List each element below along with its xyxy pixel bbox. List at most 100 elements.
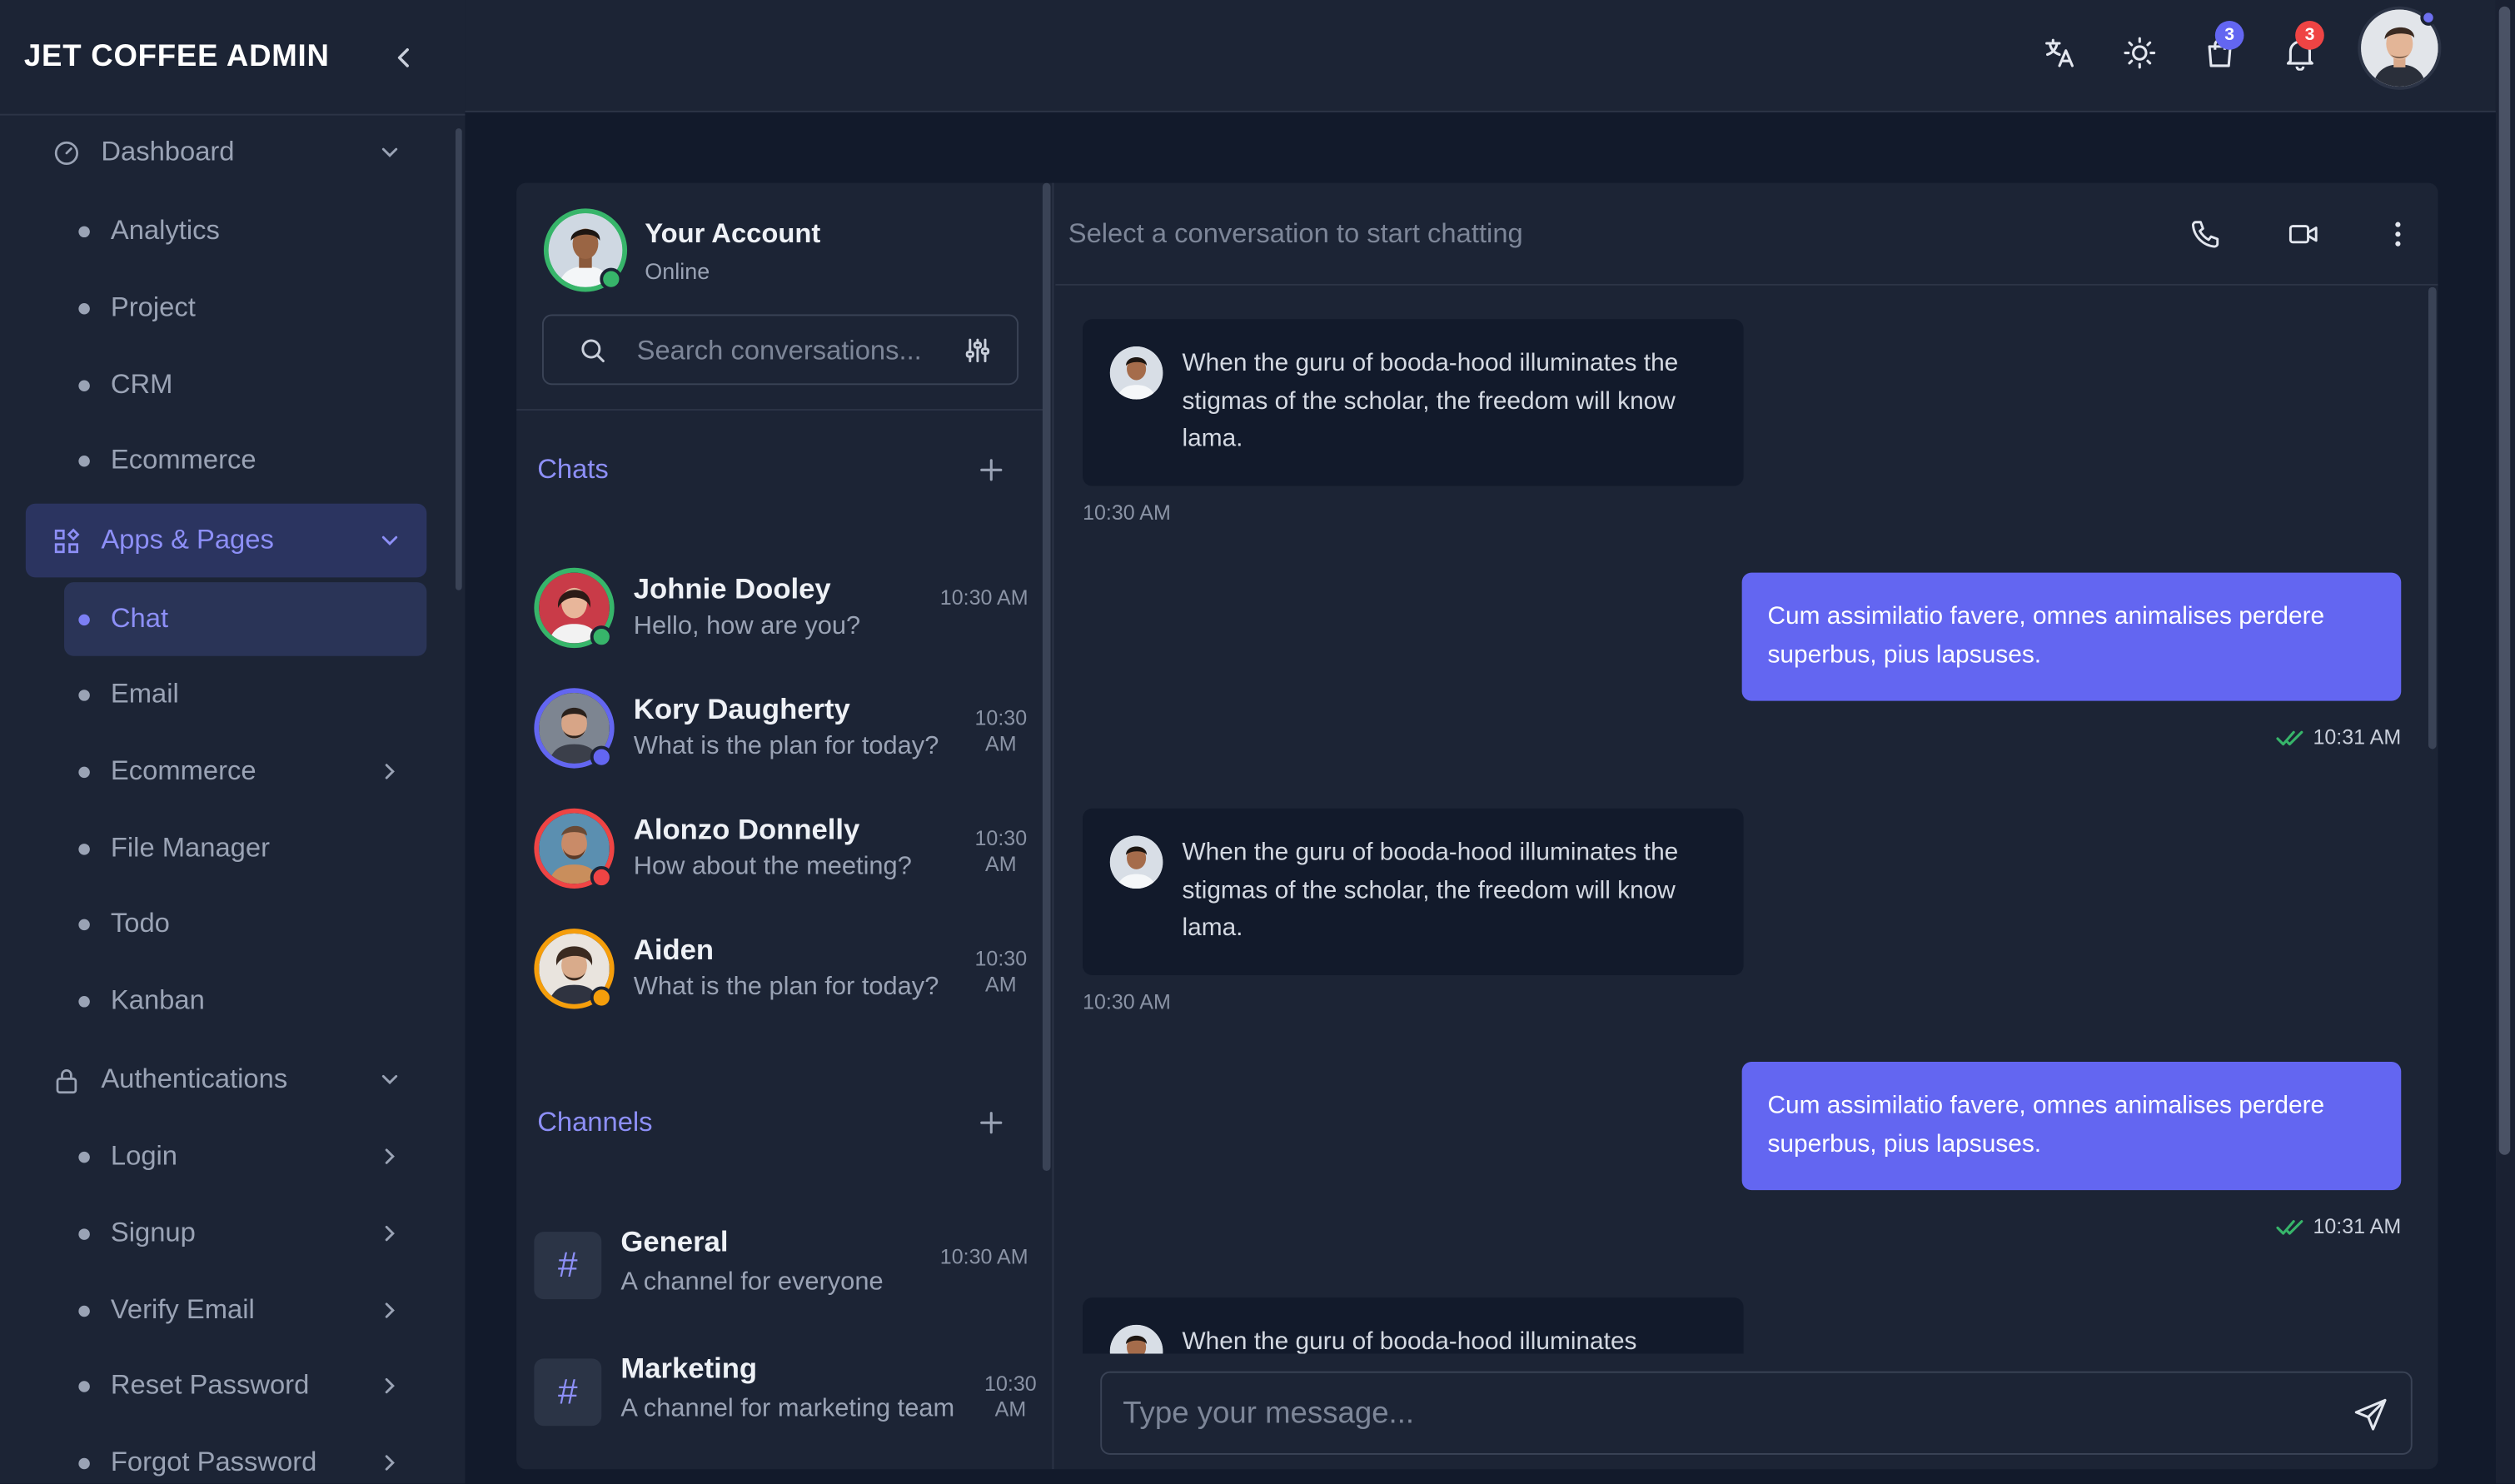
- video-call-icon[interactable]: [2288, 218, 2320, 251]
- online-status-dot: [590, 866, 613, 889]
- chat-sidebar: Your Account Online Chats Johnie Dooley …: [516, 182, 1054, 1470]
- incoming-message: When the guru of booda-hood illuminates …: [1083, 319, 1744, 486]
- chat-panel: Your Account Online Chats Johnie Dooley …: [516, 182, 2438, 1470]
- sidebar-item-login[interactable]: Login: [26, 1119, 427, 1193]
- sidebar-item-analytics[interactable]: Analytics: [26, 194, 427, 268]
- sun-icon[interactable]: [2122, 35, 2157, 70]
- sidebar-item-forgot-password[interactable]: Forgot Password: [26, 1426, 427, 1483]
- sender-avatar: [1109, 346, 1163, 400]
- channel-list-item[interactable]: # Marketing A channel for marketing team…: [516, 1346, 1044, 1462]
- message-time: 10:31 AM: [2313, 725, 2402, 749]
- sidebar-item-chat[interactable]: Chat: [64, 582, 427, 656]
- message-text: Cum assimilatio favere, omnes animalises…: [1767, 603, 2325, 669]
- outgoing-message: Cum assimilatio favere, omnes animalises…: [1741, 1062, 2402, 1191]
- message-preview: What is the plan for today?: [633, 733, 939, 760]
- sidebar: JET COFFEE ADMIN Dashboard Analytics Pro…: [0, 0, 466, 1484]
- sidebar-item-label: Reset Password: [110, 1369, 310, 1401]
- contact-name: Johnie Dooley: [633, 572, 831, 605]
- bullet-icon: [78, 1305, 90, 1317]
- bullet-icon: [78, 226, 90, 238]
- channel-description: A channel for everyone: [620, 1268, 884, 1297]
- sidebar-item-label: Todo: [110, 908, 170, 939]
- message-input[interactable]: [1123, 1395, 2310, 1434]
- phone-icon[interactable]: [2189, 218, 2222, 251]
- sidebar-item-label: File Manager: [110, 832, 270, 864]
- chat-list-item[interactable]: Johnie Dooley Hello, how are you? 10:30 …: [516, 560, 1044, 675]
- chevron-down-icon: [379, 141, 401, 163]
- message-text: When the guru of booda-hood illuminates: [1182, 1327, 1637, 1354]
- message-time: 10:30 AM: [1083, 989, 1171, 1014]
- sidebar-item-project[interactable]: Project: [26, 271, 427, 345]
- sidebar-item-label: Login: [110, 1140, 178, 1171]
- message-time: 10:30 AM: [939, 585, 1028, 610]
- add-chat-icon[interactable]: [977, 456, 1006, 485]
- sidebar-item-kanban[interactable]: Kanban: [26, 964, 427, 1038]
- sidebar-item-reset-password[interactable]: Reset Password: [26, 1349, 427, 1423]
- search-icon: [579, 336, 606, 364]
- sidebar-item-email[interactable]: Email: [26, 658, 427, 732]
- hashtag-icon: #: [534, 1232, 602, 1300]
- chat-list-item[interactable]: Kory Daugherty What is the plan for toda…: [516, 680, 1044, 796]
- add-channel-icon[interactable]: [977, 1108, 1006, 1138]
- page-scrollbar-thumb[interactable]: [2498, 6, 2511, 1155]
- incoming-message: When the guru of booda-hood illuminates: [1083, 1297, 1744, 1354]
- sidebar-item-label: Analytics: [110, 215, 220, 246]
- message-time: 10:30 AM: [974, 825, 1028, 876]
- sidebar-item-dashboard[interactable]: Dashboard: [26, 116, 427, 190]
- sidebar-scrollbar[interactable]: [455, 128, 462, 590]
- sidebar-item-ecommerce-dashboard[interactable]: Ecommerce: [26, 423, 427, 497]
- double-check-icon: [2276, 1217, 2305, 1236]
- app-root: JET COFFEE ADMIN Dashboard Analytics Pro…: [0, 0, 2515, 1484]
- sidebar-item-crm[interactable]: CRM: [26, 348, 427, 422]
- sidebar-item-verify-email[interactable]: Verify Email: [26, 1273, 427, 1347]
- bullet-icon: [78, 614, 90, 626]
- sidebar-item-label: Authentications: [101, 1063, 288, 1094]
- page-scrollbar[interactable]: [2495, 0, 2515, 1484]
- search-input[interactable]: [636, 333, 934, 369]
- sidebar-item-label: Kanban: [110, 984, 205, 1016]
- chat-list-scrollbar[interactable]: [1042, 182, 1051, 1171]
- message-composer: [1100, 1371, 2413, 1455]
- sidebar-item-apps-pages[interactable]: Apps & Pages: [25, 503, 427, 578]
- sidebar-item-authentications[interactable]: Authentications: [26, 1043, 427, 1117]
- topbar: 3 3: [465, 0, 2496, 112]
- message-text: When the guru of booda-hood illuminates …: [1182, 839, 1679, 942]
- chevron-right-icon: [379, 1375, 401, 1397]
- sidebar-item-label: Project: [110, 291, 196, 323]
- chevron-right-icon: [379, 1223, 401, 1245]
- bullet-icon: [78, 844, 90, 855]
- sender-avatar: [1109, 1324, 1163, 1354]
- message-scrollbar[interactable]: [2428, 286, 2437, 749]
- contact-name: Kory Daugherty: [633, 693, 850, 725]
- bullet-icon: [78, 455, 90, 467]
- message-time: 10:30 AM: [974, 705, 1028, 756]
- sidebar-item-label: Apps & Pages: [101, 524, 274, 555]
- bullet-icon: [78, 690, 90, 701]
- sidebar-item-label: CRM: [110, 368, 173, 400]
- translate-icon[interactable]: [2042, 35, 2077, 70]
- message-preview: Hello, how are you?: [633, 612, 861, 640]
- collapse-sidebar-icon[interactable]: [388, 42, 421, 74]
- more-vertical-icon[interactable]: [2382, 218, 2414, 251]
- chat-list-item[interactable]: Aiden What is the plan for today? 10:30 …: [516, 921, 1044, 1037]
- sidebar-item-todo[interactable]: Todo: [26, 887, 427, 961]
- chat-list-item[interactable]: Alonzo Donnelly How about the meeting? 1…: [516, 800, 1044, 916]
- incoming-message: When the guru of booda-hood illuminates …: [1083, 808, 1744, 976]
- sidebar-item-file-manager[interactable]: File Manager: [26, 812, 427, 886]
- sidebar-item-ecommerce[interactable]: Ecommerce: [26, 735, 427, 809]
- outgoing-message: Cum assimilatio favere, omnes animalises…: [1741, 572, 2402, 701]
- lock-icon: [53, 1067, 81, 1094]
- online-status-dot: [600, 267, 623, 291]
- online-status-dot: [2420, 9, 2437, 26]
- bullet-icon: [78, 1457, 90, 1470]
- sidebar-item-label: Forgot Password: [110, 1447, 317, 1477]
- channel-list-item[interactable]: # General A channel for everyone 10:30 A…: [516, 1219, 1044, 1335]
- chevron-right-icon: [379, 1299, 401, 1322]
- send-icon[interactable]: [2353, 1397, 2388, 1432]
- sidebar-item-signup[interactable]: Signup: [26, 1197, 427, 1271]
- online-status-dot: [590, 745, 613, 769]
- sidebar-item-label: Email: [110, 678, 179, 710]
- message-list[interactable]: When the guru of booda-hood illuminates …: [1055, 286, 2438, 1354]
- filter-icon[interactable]: [964, 336, 992, 364]
- online-status-dot: [590, 625, 613, 649]
